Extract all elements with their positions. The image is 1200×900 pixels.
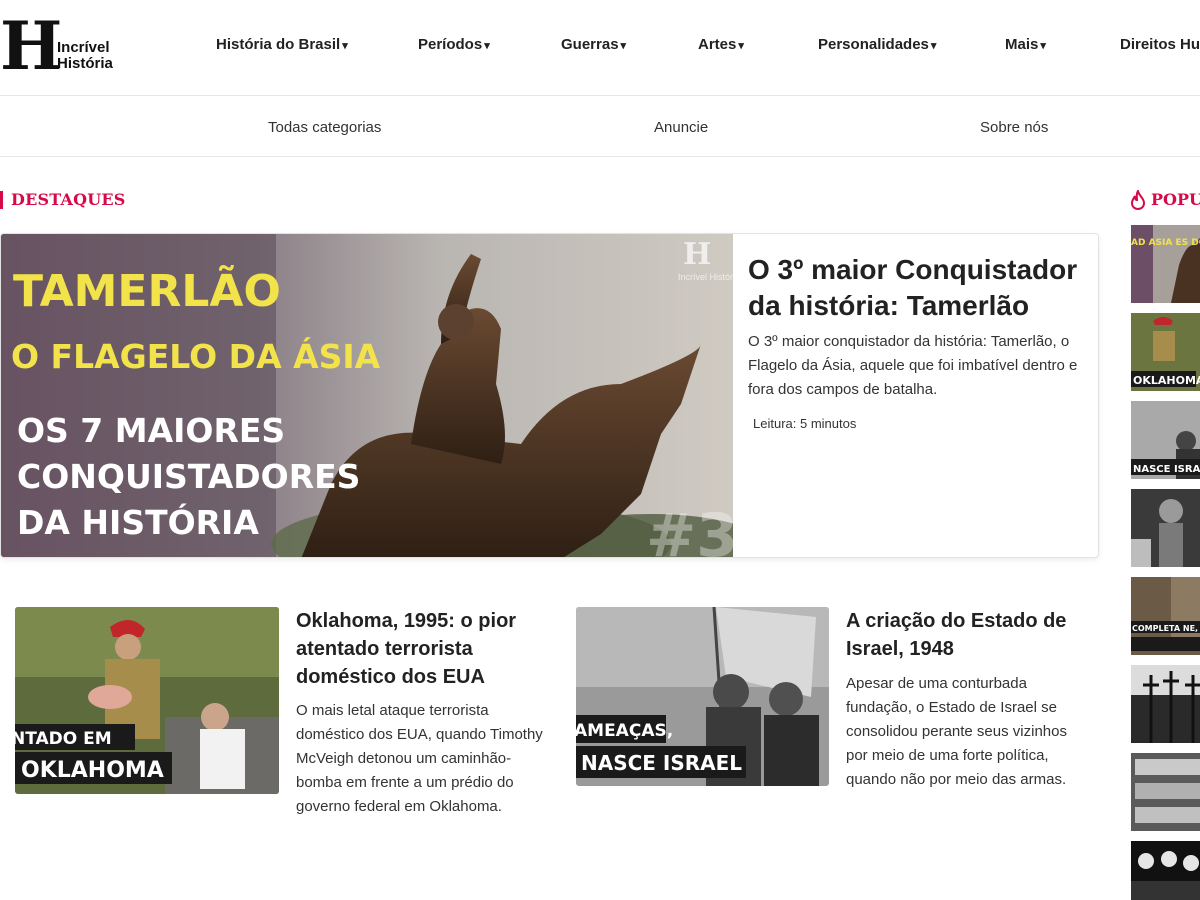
popular-thumb-2[interactable]: OKLAHOMA [1131,313,1200,391]
nav-item-personalidades[interactable]: Personalidades ▾ [818,36,936,53]
main-nav: História do Brasil ▾ Períodos ▾ Guerras ▾ A… [0,0,1200,96]
chevron-down-icon: ▾ [930,40,937,52]
image-title-line-5: DA HISTÓRIA [17,502,259,542]
featured-article[interactable]: H Incrível História TAMERLÃO O FLAGELO D… [0,233,1099,558]
nav-item-periodos[interactable]: Períodos ▾ [418,36,490,53]
popular-thumb-art: NASCE ISRAEL [1131,401,1200,479]
article-image-oklahoma[interactable]: NTADO EM OKLAHOMA [15,607,279,794]
popular-thumb-art [1131,841,1200,900]
image-title-line-3: OS 7 MAIORES [17,411,285,450]
image-title-line-1: TAMERLÃO [13,264,281,317]
nav-item-mais[interactable]: Mais ▾ [1005,36,1046,53]
subnav-todas-categorias[interactable]: Todas categorias [268,119,381,136]
featured-image[interactable]: H Incrível História TAMERLÃO O FLAGELO D… [1,234,733,558]
nav-item-guerras[interactable]: Guerras ▾ [561,36,626,53]
article-image-israel[interactable]: AMEAÇAS, NASCE ISRAEL [576,607,829,786]
popular-thumb-caption: NASCE ISRAEL [1133,464,1200,475]
article-title-oklahoma[interactable]: Oklahoma, 1995: o pior atentado terroris… [296,607,546,691]
featured-image-art: H Incrível História TAMERLÃO O FLAGELO D… [1,234,733,558]
oklahoma-image-art: NTADO EM OKLAHOMA [15,607,279,794]
nav-item-direitos-humanos[interactable]: Direitos Hu [1120,36,1200,53]
section-marker [0,191,3,209]
chevron-down-icon: ▾ [620,40,627,52]
article-title-israel[interactable]: A criação do Estado de Israel, 1948 [846,607,1086,663]
article-excerpt-oklahoma: O mais letal ataque terrorista doméstico… [296,702,543,815]
popular-thumb-6[interactable] [1131,665,1200,743]
subnav-anuncie[interactable]: Anuncie [654,119,708,136]
nav-item-historia-do-brasil[interactable]: História do Brasil ▾ [216,36,348,53]
nav-label: Mais [1005,36,1039,53]
israel-image-art: AMEAÇAS, NASCE ISRAEL [576,607,829,786]
featured-excerpt: O 3º maior conquistador da história: Tam… [748,333,1078,398]
featured-title[interactable]: O 3º maior Conquistador da história: Tam… [748,252,1088,324]
popular-thumb-art [1131,753,1200,831]
chevron-down-icon: ▾ [342,40,348,52]
popular-thumb-art: OKLAHOMA [1131,313,1200,391]
popular-thumb-7[interactable] [1131,753,1200,831]
popular-thumb-caption: AD ASIA ES DORES [1131,238,1200,248]
chevron-down-icon: ▾ [484,40,490,52]
popular-thumb-4[interactable] [1131,489,1200,567]
image-title-line-4: CONQUISTADORES [17,457,360,496]
image-caption-1: NTADO EM [15,729,112,749]
popular-thumb-5[interactable]: COMPLETA NE, O PODEROSO CHEF [1131,577,1200,655]
section-title-populares: POPU [1151,190,1200,209]
article-excerpt-israel: Apesar de uma conturbada fundação, o Est… [846,675,1067,788]
site-header: H Incrível História História do Brasil ▾ … [0,0,1200,96]
nav-label: Personalidades [818,36,929,53]
chevron-down-icon: ▾ [1040,40,1046,52]
reading-time: Leitura: 5 minutos [753,416,857,431]
nav-label: Períodos [418,36,483,53]
popular-thumb-art: COMPLETA NE, O PODEROSO CHEF [1131,577,1200,655]
popular-thumb-art: AD ASIA ES DORES [1131,225,1200,303]
image-caption-2: NASCE ISRAEL [581,751,742,775]
nav-label: Direitos Hu [1120,36,1200,53]
popular-thumb-caption: COMPLETA NE, O PODEROSO CHEF [1132,624,1200,633]
subnav-sobre-nos[interactable]: Sobre nós [980,119,1048,136]
nav-label: História do Brasil [216,36,341,53]
image-caption-1: AMEAÇAS, [576,721,673,741]
popular-thumb-8[interactable] [1131,841,1200,900]
flame-icon [1130,190,1146,210]
nav-item-artes[interactable]: Artes ▾ [698,36,744,53]
section-title-destaques: DESTAQUES [11,190,126,209]
nav-label: Guerras [561,36,619,53]
watermark-letter: H [683,237,711,272]
popular-thumb-art [1131,665,1200,743]
image-title-line-2: O FLAGELO DA ÁSIA [11,336,381,376]
watermark-text: Incrível História [678,272,733,282]
nav-label: Artes [698,36,737,53]
image-caption-2: OKLAHOMA [21,758,164,783]
popular-thumb-3[interactable]: NASCE ISRAEL [1131,401,1200,479]
popular-thumb-art [1131,489,1200,567]
image-number: #3 [646,501,733,558]
secondary-nav: Todas categorias Anuncie Sobre nós [0,96,1200,157]
popular-thumb-caption: OKLAHOMA [1133,374,1200,387]
popular-thumb-1[interactable]: AD ASIA ES DORES [1131,225,1200,303]
chevron-down-icon: ▾ [738,40,744,52]
